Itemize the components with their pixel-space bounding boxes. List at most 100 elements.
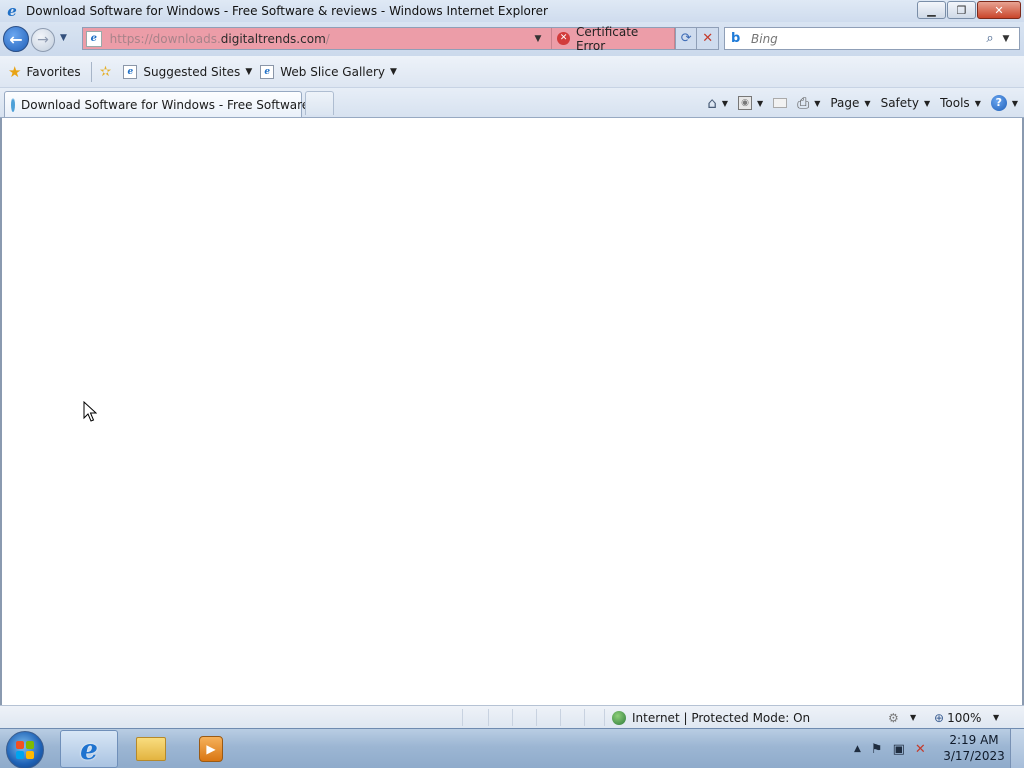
chevron-down-icon[interactable]: ▼	[993, 713, 999, 722]
favorites-star-icon: ★	[8, 62, 22, 81]
forward-button[interactable]: →	[31, 28, 55, 52]
favorites-button[interactable]: ★ Favorites	[8, 63, 81, 81]
navigation-bar: ← → ▼ e https://downloads.digitaltrends.…	[0, 22, 1024, 56]
chevron-down-icon[interactable]: ▼	[757, 99, 763, 108]
zone-label: Internet | Protected Mode: On	[632, 710, 811, 725]
media-player-icon: ▶	[199, 736, 223, 762]
page-icon: e	[86, 30, 102, 47]
command-bar: ⌂ ▼ ◉ ▼ ⎙ ▼ Page ▼ Safety ▼ Tools ▼ ? ▼	[697, 91, 1018, 115]
certificate-error-icon: ✕	[557, 32, 570, 45]
chevron-down-icon[interactable]: ▼	[910, 713, 916, 722]
search-options-dropdown[interactable]: ▼	[999, 34, 1013, 44]
divider	[512, 709, 513, 726]
tab-current[interactable]: Download Software for Windows - Free Sof…	[4, 91, 324, 117]
certificate-error-button[interactable]: ✕ Certificate Error	[551, 25, 675, 53]
bing-icon: b	[731, 31, 741, 46]
flag-icon[interactable]: ⚑	[871, 742, 883, 757]
addons-icon[interactable]: ⚙	[888, 711, 899, 725]
address-dropdown[interactable]: ▼	[535, 34, 545, 44]
show-hidden-icons-icon[interactable]: ▲	[854, 744, 861, 754]
divider	[584, 709, 585, 726]
chevron-down-icon: ▼	[1011, 98, 1018, 108]
clock-time: 2:19 AM	[949, 733, 999, 747]
maximize-button[interactable]: ❐	[947, 1, 976, 19]
show-desktop-button[interactable]	[1010, 729, 1024, 768]
taskbar-media-player[interactable]: ▶	[182, 730, 240, 768]
start-button[interactable]	[6, 731, 44, 768]
favorites-item-suggested-sites[interactable]: e Suggested Sites ▼	[123, 64, 252, 79]
ie-page-icon: e	[123, 64, 138, 79]
stop-button[interactable]: ✕	[696, 28, 718, 49]
zoom-label: 100%	[947, 710, 982, 725]
refresh-button[interactable]: ⟳	[674, 28, 697, 49]
url-domain: digitaltrends.com	[220, 31, 326, 46]
home-icon: ⌂	[707, 94, 717, 112]
feeds-button[interactable]: ◉ ▼	[738, 96, 763, 110]
safety-menu-label: Safety	[880, 96, 919, 110]
chevron-down-icon: ▼	[923, 98, 931, 108]
print-button[interactable]: ⎙ ▼	[797, 94, 820, 112]
divider	[462, 709, 463, 726]
url-text[interactable]: https://downloads.digitaltrends.com/	[110, 32, 530, 46]
favorites-item-label: Suggested Sites	[143, 64, 241, 79]
back-button[interactable]: ←	[3, 26, 29, 52]
zoom-level-button[interactable]: ⊕ 100%	[934, 709, 981, 726]
url-suffix: /	[325, 31, 330, 46]
window-controls: ▁ ❐ ✕	[916, 1, 1021, 19]
page-content[interactable]	[0, 118, 1024, 705]
ie-taskbar-icon: e	[80, 732, 98, 766]
ie-page-icon: e	[260, 64, 275, 79]
divider	[488, 709, 489, 726]
chevron-down-icon[interactable]: ▼	[814, 99, 820, 108]
chevron-down-icon[interactable]: ▼	[722, 99, 728, 108]
help-menu[interactable]: ? ▼	[990, 95, 1018, 111]
taskbar: e ▶ ▲ ⚑ ▣ ✕ 2:19 AM 3/17/2023	[0, 728, 1024, 768]
favorites-bar: ★ Favorites ✫ e Suggested Sites ▼ e Web …	[0, 56, 1024, 88]
tab-label: Download Software for Windows - Free Sof…	[21, 97, 325, 112]
print-icon: ⎙	[797, 94, 810, 112]
certificate-error-label: Certificate Error	[575, 24, 639, 53]
safety-menu[interactable]: Safety ▼	[881, 96, 931, 110]
chevron-down-icon: ▼	[390, 66, 397, 77]
add-favorites-icon: ✫	[99, 63, 112, 80]
search-button[interactable]: ⌕	[981, 31, 999, 46]
divider	[90, 61, 92, 82]
favorites-item-label: Web Slice Gallery	[280, 64, 386, 79]
globe-icon	[612, 710, 626, 725]
divider	[536, 709, 537, 726]
new-tab-button[interactable]	[305, 91, 334, 115]
search-box[interactable]: b ⌕ ▼	[724, 27, 1020, 50]
mail-icon	[773, 98, 788, 108]
feeds-icon: ◉	[738, 96, 753, 110]
home-button[interactable]: ⌂ ▼	[707, 94, 728, 112]
security-zone[interactable]: Internet | Protected Mode: On	[612, 709, 810, 726]
chevron-down-icon: ▼	[974, 98, 981, 108]
add-to-favorites-bar-button[interactable]: ✫	[100, 64, 116, 80]
loading-icon	[11, 97, 15, 112]
start-icon	[16, 741, 34, 759]
url-prefix: https://downloads.	[109, 31, 221, 46]
clock[interactable]: 2:19 AM 3/17/2023	[942, 732, 1006, 764]
taskbar-windows-explorer[interactable]	[122, 730, 180, 768]
tools-menu-label: Tools	[940, 96, 970, 110]
chevron-down-icon: ▼	[864, 98, 871, 108]
recent-pages-dropdown[interactable]: ▼	[60, 33, 67, 43]
status-bar: Internet | Protected Mode: On ⚙ ▼ ⊕ 100%…	[0, 705, 1024, 728]
address-bar[interactable]: e https://downloads.digitaltrends.com/ ▼…	[82, 25, 719, 53]
favorites-item-web-slice-gallery[interactable]: e Web Slice Gallery ▼	[260, 64, 397, 79]
read-mail-button[interactable]	[773, 98, 788, 108]
close-button[interactable]: ✕	[977, 1, 1021, 19]
minimize-button[interactable]: ▁	[917, 1, 946, 19]
favorites-label: Favorites	[26, 64, 81, 79]
volume-muted-icon[interactable]: ✕	[915, 742, 926, 757]
page-menu[interactable]: Page ▼	[830, 96, 870, 110]
system-tray: ▲ ⚑ ▣ ✕	[844, 729, 926, 768]
explorer-folder-icon	[136, 737, 166, 761]
taskbar-internet-explorer[interactable]: e	[60, 730, 118, 768]
tools-menu[interactable]: Tools ▼	[940, 96, 981, 110]
page-menu-label: Page	[830, 96, 860, 110]
search-input[interactable]	[751, 31, 981, 46]
network-icon[interactable]: ▣	[893, 742, 905, 757]
clock-date: 3/17/2023	[943, 749, 1005, 763]
title-bar: e Download Software for Windows - Free S…	[0, 0, 1024, 22]
